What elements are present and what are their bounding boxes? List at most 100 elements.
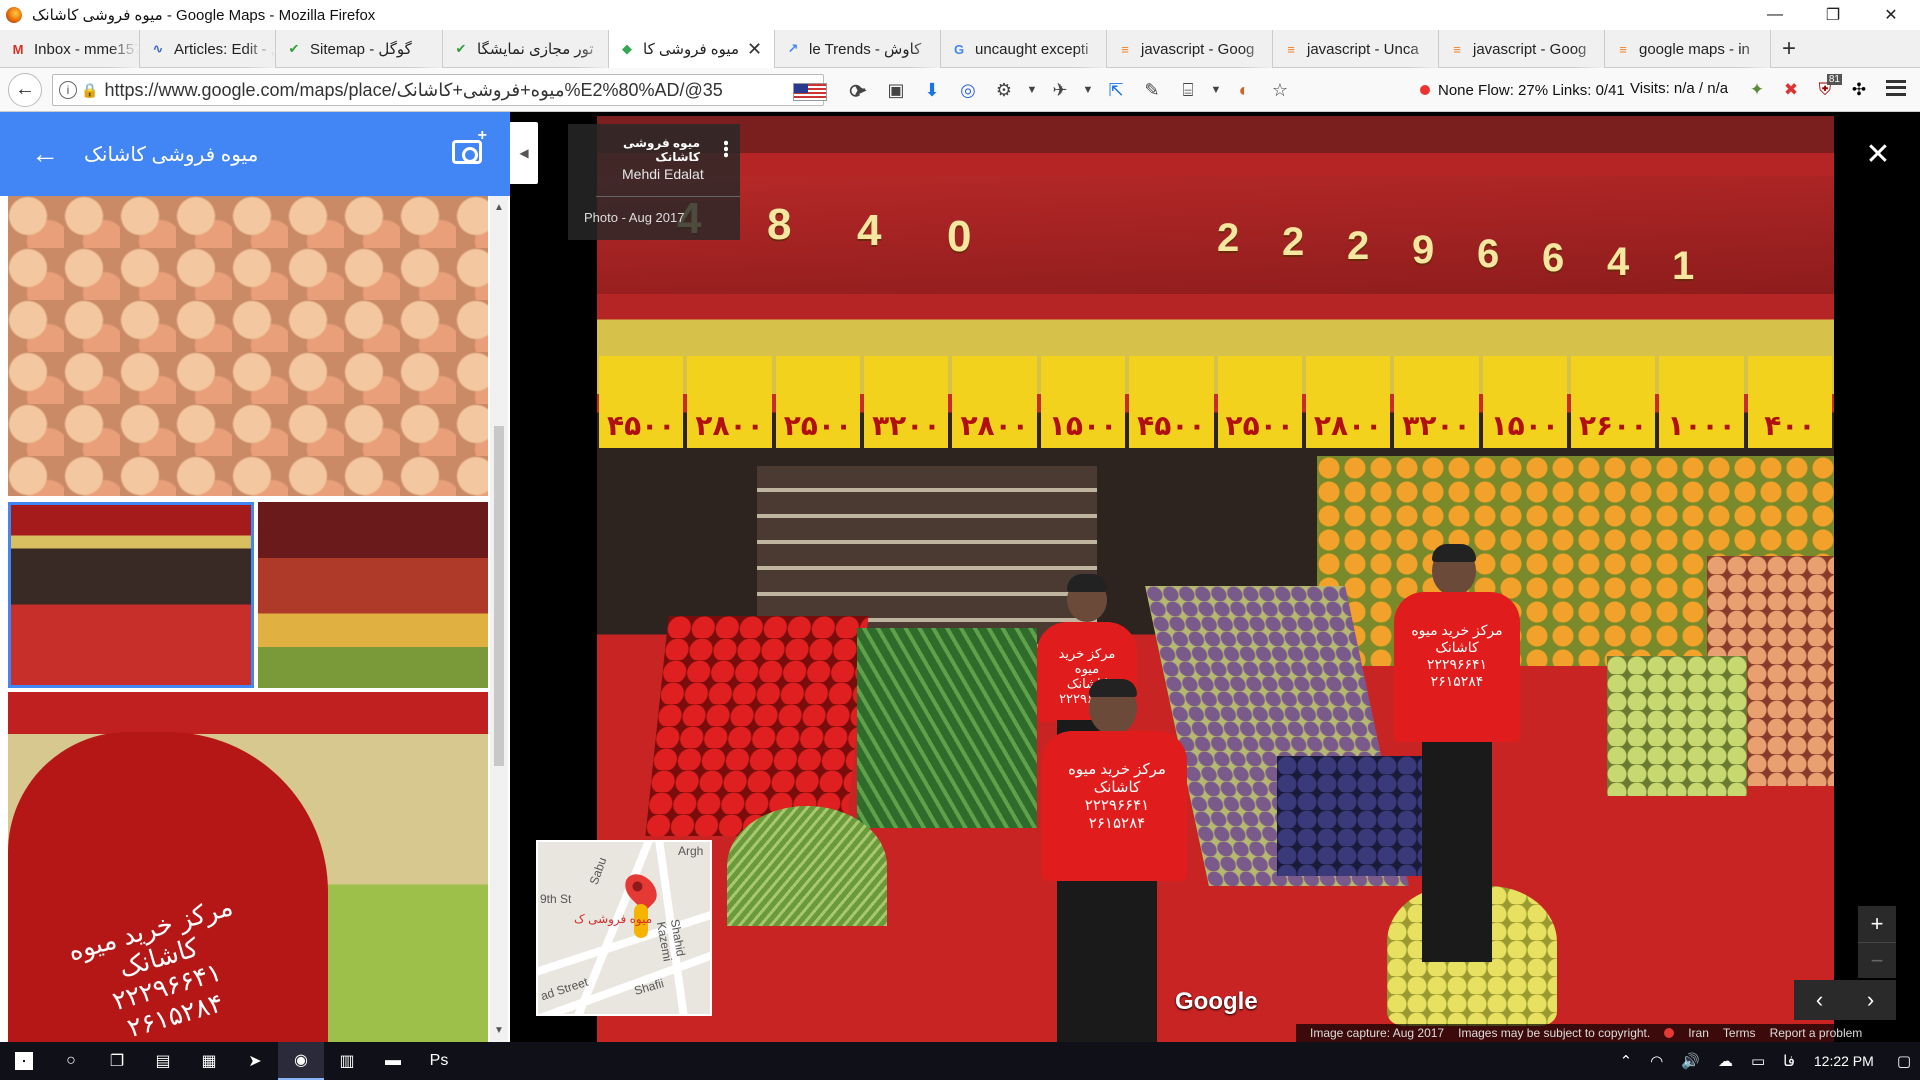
bird-addon-icon[interactable]: ✦ [1740,68,1774,112]
browser-tab[interactable]: ✔ تور مجازی نمایشگا [443,30,609,68]
image-viewer-icon[interactable]: ▦ [186,1042,232,1080]
dropdown-icon[interactable]: ▼ [1206,68,1226,112]
photo-viewer[interactable]: 4840 22296641 ۴۵۰۰۲۸۰۰۲۵۰۰۳۲۰۰۲۸۰۰۱۵۰۰۴۵… [597,116,1834,1042]
dropdown-icon[interactable]: ▼ [1078,68,1098,112]
back-arrow-icon[interactable]: ← [28,137,62,171]
puzzle-icon[interactable]: ✣ [1842,68,1876,112]
cortana-icon[interactable]: ○ [48,1042,94,1080]
photo-peaches[interactable] [8,196,488,496]
price-tag: ۲۸۰۰ [952,356,1037,448]
collapse-panel-button[interactable]: ◀ [510,122,538,184]
close-viewer-icon[interactable]: ✕ [1862,138,1894,171]
browser-tab[interactable]: ✔ Sitemap - گوگل [276,30,443,68]
address-bar[interactable]: i 🔒 https://www.google.com/maps/place/می… [52,74,866,106]
browser-tab[interactable]: ≡ javascript - Goog [1439,30,1605,68]
panel-scrollbar[interactable]: ▲ ▼ [490,196,508,1042]
x-addon-icon[interactable]: ✖ [1774,68,1808,112]
telegram-icon[interactable]: ➤ [232,1042,278,1080]
restore-button[interactable]: ❐ [1804,0,1862,30]
tab-label: Sitemap - گوگل [310,41,412,58]
browser-tab[interactable]: ↗ le Trends - کاوش [775,30,941,68]
back-button[interactable]: ← [8,72,42,107]
cursor-icon[interactable]: ⇱ [1098,68,1134,112]
bird-icon[interactable]: ✈ [1042,68,1078,112]
next-photo-button[interactable]: › [1845,980,1896,1020]
firefox-icon[interactable]: ◉ [278,1042,324,1080]
browser-tab[interactable]: ≡ google maps - in [1605,30,1771,68]
price-tag: ۴۵۰۰ [1129,356,1214,448]
close-window-button[interactable]: ✕ [1862,0,1920,30]
sign-digit: 6 [1477,232,1500,276]
download-icon[interactable]: ⬇ [914,68,950,112]
photo-author[interactable]: Mehdi Edalat [622,166,704,182]
scroll-down-icon[interactable]: ▼ [494,1025,504,1036]
place-title: میوه فروشی کاشانک [84,143,259,166]
tab-label: میوه فروشی کا [643,41,739,58]
browser-tab[interactable]: ◆ میوه فروشی کا ✕ [609,30,775,68]
settings-globe-icon[interactable]: ⚙ [986,68,1022,112]
photoshop-icon[interactable]: Ps [416,1042,462,1080]
browser-tab[interactable]: Guncaught excepti [941,30,1107,68]
action-center-icon[interactable]: ▢ [1897,1052,1911,1070]
info-icon[interactable]: i [59,81,77,99]
info-place-name[interactable]: میوه فروشی کاشانک [584,136,700,164]
us-flag-icon[interactable] [793,83,827,101]
new-tab-button[interactable]: + [1771,30,1807,68]
previous-photo-button[interactable]: ‹ [1794,980,1845,1020]
report-link[interactable]: Report a problem [1770,1026,1863,1040]
map-label: Sabu [586,855,610,887]
browser-tab[interactable]: ≡ javascript - Goog [1107,30,1273,68]
lock-icon: 🔒 [81,81,99,98]
tray-chevron-icon[interactable]: ⌃ [1620,1052,1633,1070]
sign-digit: 4 [1607,240,1630,284]
photo-interior[interactable] [258,502,488,688]
more-options-icon[interactable] [724,140,728,158]
region-link[interactable]: Iran [1688,1026,1709,1040]
tab-label: javascript - Goog [1473,40,1587,58]
tab-strip: MInbox - mme157(∿Articles: Edit - گل ✔ Sit… [0,30,1920,68]
zoom-control: + − [1858,906,1896,978]
stack-icon: ≡ [1453,41,1461,57]
terms-link[interactable]: Terms [1723,1026,1756,1040]
ublock-icon[interactable]: ⛨ 81 [1808,68,1842,112]
browser-tab[interactable]: ∿Articles: Edit - گل [140,30,276,68]
color-wheel-icon[interactable]: ◐ [1226,68,1262,112]
panel-header: ← میوه فروشی کاشانک [0,112,510,196]
wifi-icon[interactable]: ◠ [1650,1052,1663,1070]
cmd-icon[interactable]: ▬ [370,1042,416,1080]
notepad-icon[interactable]: ▥ [324,1042,370,1080]
reader-icon[interactable]: ▣ [878,68,914,112]
shirt-back: مرکز خرید میوه کاشانک ۲۲۲۹۶۶۴۱ ۲۶۱۵۲۸۴ [8,732,328,1042]
add-photo-icon[interactable] [452,127,487,164]
sticky-notes-icon[interactable]: ▤ [140,1042,186,1080]
hamburger-menu-icon[interactable] [1886,80,1906,96]
start-button[interactable] [0,1042,48,1080]
dropdown-icon[interactable]: ▼ [1022,68,1042,112]
battery-icon[interactable]: ▭ [1751,1052,1765,1070]
volume-icon[interactable]: 🔊 [1681,1052,1700,1070]
scroll-up-icon[interactable]: ▲ [494,202,504,213]
task-view-icon[interactable]: ❐ [94,1042,140,1080]
url-text[interactable]: https://www.google.com/maps/place/میوه+ف… [104,80,724,101]
browser-tab[interactable]: ≡ javascript - Unca [1273,30,1439,68]
tab-label: google maps - in [1639,40,1750,58]
pin-icon[interactable]: ✎ [1134,68,1170,112]
price-tag: ۱۵۰۰ [1482,356,1567,448]
close-tab-icon[interactable]: ✕ [747,39,762,60]
browser-tab[interactable]: M Inbox - mme157( [0,30,140,68]
send-icon[interactable]: ➤ [842,68,878,112]
zoom-in-button[interactable]: + [1858,906,1896,942]
photo-worker-back[interactable]: مرکز خرید میوه کاشانک ۲۲۲۹۶۶۴۱ ۲۶۱۵۲۸۴ [8,692,488,1042]
language-indicator[interactable]: فا [1783,1052,1795,1070]
stack-icon: ≡ [1287,41,1295,57]
onedrive-icon[interactable]: ☁ [1718,1052,1733,1070]
system-clock[interactable]: 12:22 PM [1814,1053,1874,1069]
map-label: Argh [678,844,704,858]
scroll-thumb[interactable] [494,426,504,766]
minimize-button[interactable]: — [1746,0,1804,30]
camera-icon[interactable]: ⌸ [1170,68,1206,112]
zoom-out-button[interactable]: − [1858,942,1896,978]
mini-map[interactable]: Argh Sabu 9th St Shahid Kazemi ad Street… [536,840,712,1016]
extension-swirl-icon[interactable]: ◎ [950,68,986,112]
bookmark-star-icon[interactable]: ☆ [1262,68,1298,112]
